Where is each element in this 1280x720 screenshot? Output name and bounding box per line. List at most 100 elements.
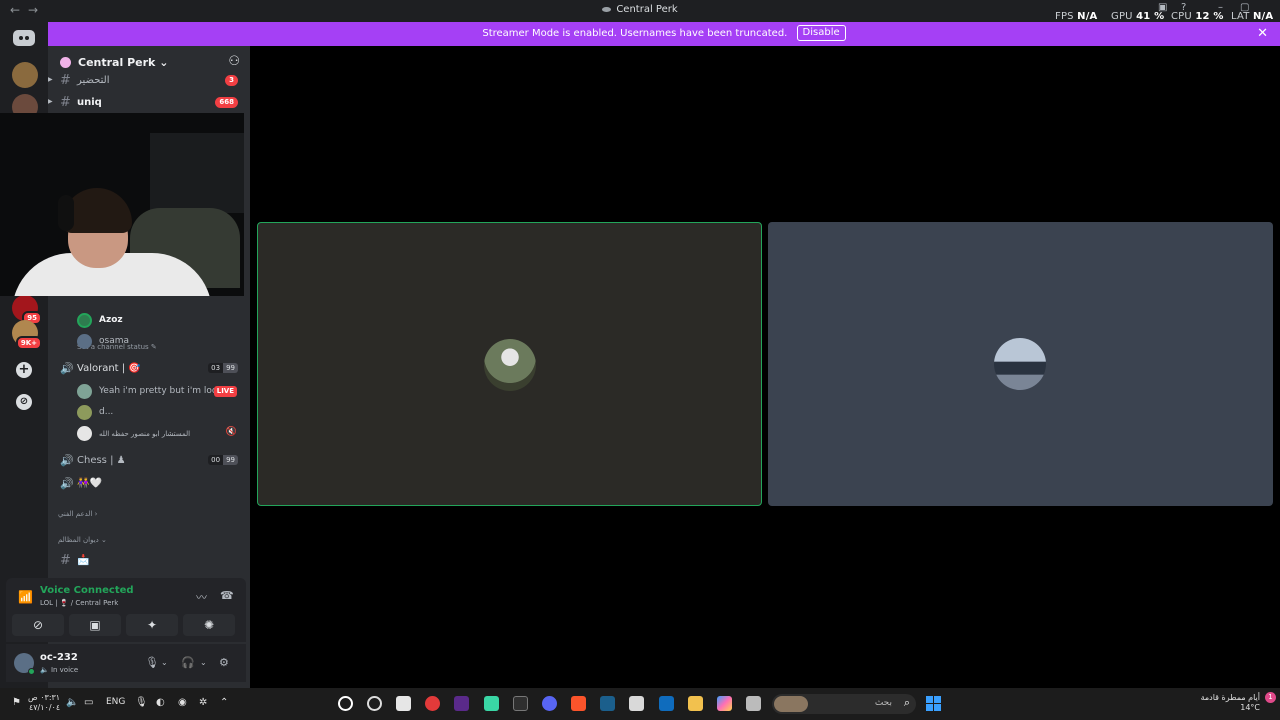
tray-app-icon-2[interactable]: ◉	[178, 697, 187, 708]
audio-options-chevron-icon[interactable]: ⌄	[200, 658, 207, 667]
app-icon-folder[interactable]	[688, 696, 703, 711]
disconnect-icon[interactable]: ☎	[220, 589, 234, 602]
participant-tile-speaking[interactable]	[257, 222, 762, 506]
clock-date: ٤٧/١٠/٠٤	[28, 703, 61, 712]
taskbar-search[interactable]: بحث ⌕	[772, 694, 916, 714]
caret-right-icon: ▶	[48, 98, 53, 105]
live-badge: LIVE	[213, 386, 237, 397]
server-icon-1[interactable]	[12, 62, 38, 88]
gpu-label: GPU	[1111, 11, 1133, 22]
app-icon-store[interactable]	[629, 696, 644, 711]
voice-channel-chess[interactable]: 🔊 Chess | ♟ 00 99	[48, 451, 250, 471]
online-status-icon	[28, 668, 35, 675]
microphone-icon[interactable]: 🎙	[145, 656, 159, 669]
maximize-icon[interactable]: ▢	[1240, 2, 1249, 13]
camera-off-button[interactable]: ⊘	[12, 614, 64, 636]
volume-icon[interactable]: 🔈	[66, 697, 78, 708]
search-icon: ⌕	[903, 696, 910, 709]
lat-readout: LAT N/A	[1231, 11, 1273, 22]
inbox-icon[interactable]: ▣	[1158, 2, 1167, 13]
start-notification-icon[interactable]: ⚑	[12, 697, 21, 708]
settings-gear-icon[interactable]: ⚙	[219, 656, 229, 669]
app-icon-outlook[interactable]	[659, 696, 674, 711]
app-icon-epic[interactable]	[513, 696, 528, 711]
app-icon-discord[interactable]	[542, 696, 557, 711]
system-clock[interactable]: ٠٣:٣١ ص ٤٧/١٠/٠٤	[28, 693, 60, 713]
app-icon-red[interactable]	[425, 696, 440, 711]
voice-member[interactable]: المستشار ابو منصور حفظه الله 🔇	[77, 425, 247, 443]
avatar	[77, 426, 92, 441]
participant-tile[interactable]	[768, 222, 1273, 506]
app-icon-search-app[interactable]	[338, 696, 353, 711]
add-server-button[interactable]: +	[16, 362, 32, 378]
clock-time: ٠٣:٣١ ص	[28, 693, 61, 702]
app-icon-steelseries[interactable]	[367, 696, 382, 711]
avatar	[77, 334, 92, 349]
voice-channel-hearts[interactable]: 🔊 👭🤍	[48, 474, 250, 494]
mic-tray-icon[interactable]: 🎙	[135, 697, 148, 708]
soundboard-button[interactable]: ✺	[183, 614, 235, 636]
screen-share-button[interactable]: ▣	[69, 614, 121, 636]
server-badge: 9K+	[15, 336, 42, 350]
windows-start-icon[interactable]	[926, 696, 941, 711]
muted-icon: 🔇	[225, 427, 237, 437]
app-icon-nzxt[interactable]	[454, 696, 469, 711]
app-icon-task-view[interactable]	[746, 696, 761, 711]
app-icon-mail[interactable]	[396, 696, 411, 711]
category-support[interactable]: الدعم الفني ›	[58, 510, 97, 518]
category-complaints[interactable]: ديوان المظالم ⌄	[58, 536, 107, 544]
user-max: 99	[223, 363, 238, 373]
voice-member[interactable]: d...	[77, 404, 247, 422]
noise-suppression-icon[interactable]: 〰	[196, 589, 207, 605]
mic-options-chevron-icon[interactable]: ⌄	[161, 658, 168, 667]
lat-value: N/A	[1252, 11, 1274, 22]
streamer-mode-banner: Streamer Mode is enabled. Usernames have…	[48, 22, 1280, 46]
windows-taskbar: ⚑ ٠٣:٣١ ص ٤٧/١٠/٠٤ 🔈 ▭ ENG 🎙 ◐ ◉ ✲ ⌃ بحث …	[0, 688, 1280, 720]
server-mini-icon	[602, 6, 612, 12]
network-icon[interactable]: ▭	[84, 697, 93, 708]
username[interactable]: oc-232	[40, 652, 78, 663]
invite-people-icon[interactable]: ⚇	[228, 54, 240, 69]
server-icon-4[interactable]: 9K+	[12, 320, 42, 350]
voice-member[interactable]: Yeah i'm pretty but i'm loco LIVE	[77, 383, 247, 401]
speaker-icon: 🔊	[60, 454, 74, 467]
app-icon-green[interactable]	[484, 696, 499, 711]
app-icon-copilot[interactable]	[717, 696, 732, 711]
fps-label: FPS	[1055, 11, 1074, 22]
server-name-text: Central Perk	[78, 56, 156, 69]
voice-action-buttons: ⊘ ▣ ✦ ✺	[6, 614, 246, 638]
voice-member[interactable]: Azoz	[77, 312, 247, 330]
tray-expand-icon[interactable]: ⌃	[220, 697, 228, 708]
participant-avatar	[994, 338, 1046, 390]
tray-app-icon[interactable]: ◐	[156, 697, 165, 708]
search-placeholder: بحث	[874, 698, 892, 708]
voice-connected-subtitle[interactable]: LOL | 🍷 / Central Perk	[40, 599, 118, 607]
signal-icon[interactable]: 📶	[18, 590, 33, 604]
user-limit: 00 99	[208, 455, 238, 465]
channel-item[interactable]: ▶ # التحضير 3	[48, 72, 250, 90]
weather-widget[interactable]: أيام ممطرة قادمة 14°C	[1201, 693, 1260, 713]
app-icon-brave[interactable]	[571, 696, 586, 711]
voice-connected-title[interactable]: Voice Connected	[40, 585, 134, 596]
channel-item[interactable]: ▶ # uniq 668	[48, 94, 250, 112]
disable-streamer-button[interactable]: Disable	[796, 25, 846, 41]
notification-badge[interactable]: 1	[1265, 692, 1276, 703]
hash-icon: #	[60, 553, 71, 568]
discord-logo-icon[interactable]	[13, 30, 35, 46]
voice-member[interactable]: osama	[77, 333, 247, 351]
activities-button[interactable]: ✦	[126, 614, 178, 636]
member-name: d...	[99, 407, 114, 417]
help-icon[interactable]: ?	[1181, 2, 1186, 13]
language-indicator[interactable]: ENG	[106, 697, 125, 707]
voice-channel-valorant[interactable]: 🔊 Valorant | 🎯 03 99	[48, 359, 250, 379]
mention-count: 3	[225, 75, 238, 86]
brightness-icon[interactable]: ✲	[199, 697, 207, 708]
server-icon-3[interactable]: 95	[12, 295, 42, 325]
avatar	[77, 405, 92, 420]
headphones-icon[interactable]: 🎧	[181, 656, 195, 669]
channel-item[interactable]: # 📩	[48, 552, 250, 570]
explore-servers-button[interactable]: ⊘	[16, 394, 32, 410]
close-banner-icon[interactable]: ✕	[1257, 22, 1268, 46]
app-icon-steam[interactable]	[600, 696, 615, 711]
minimize-icon[interactable]: –	[1218, 2, 1223, 13]
